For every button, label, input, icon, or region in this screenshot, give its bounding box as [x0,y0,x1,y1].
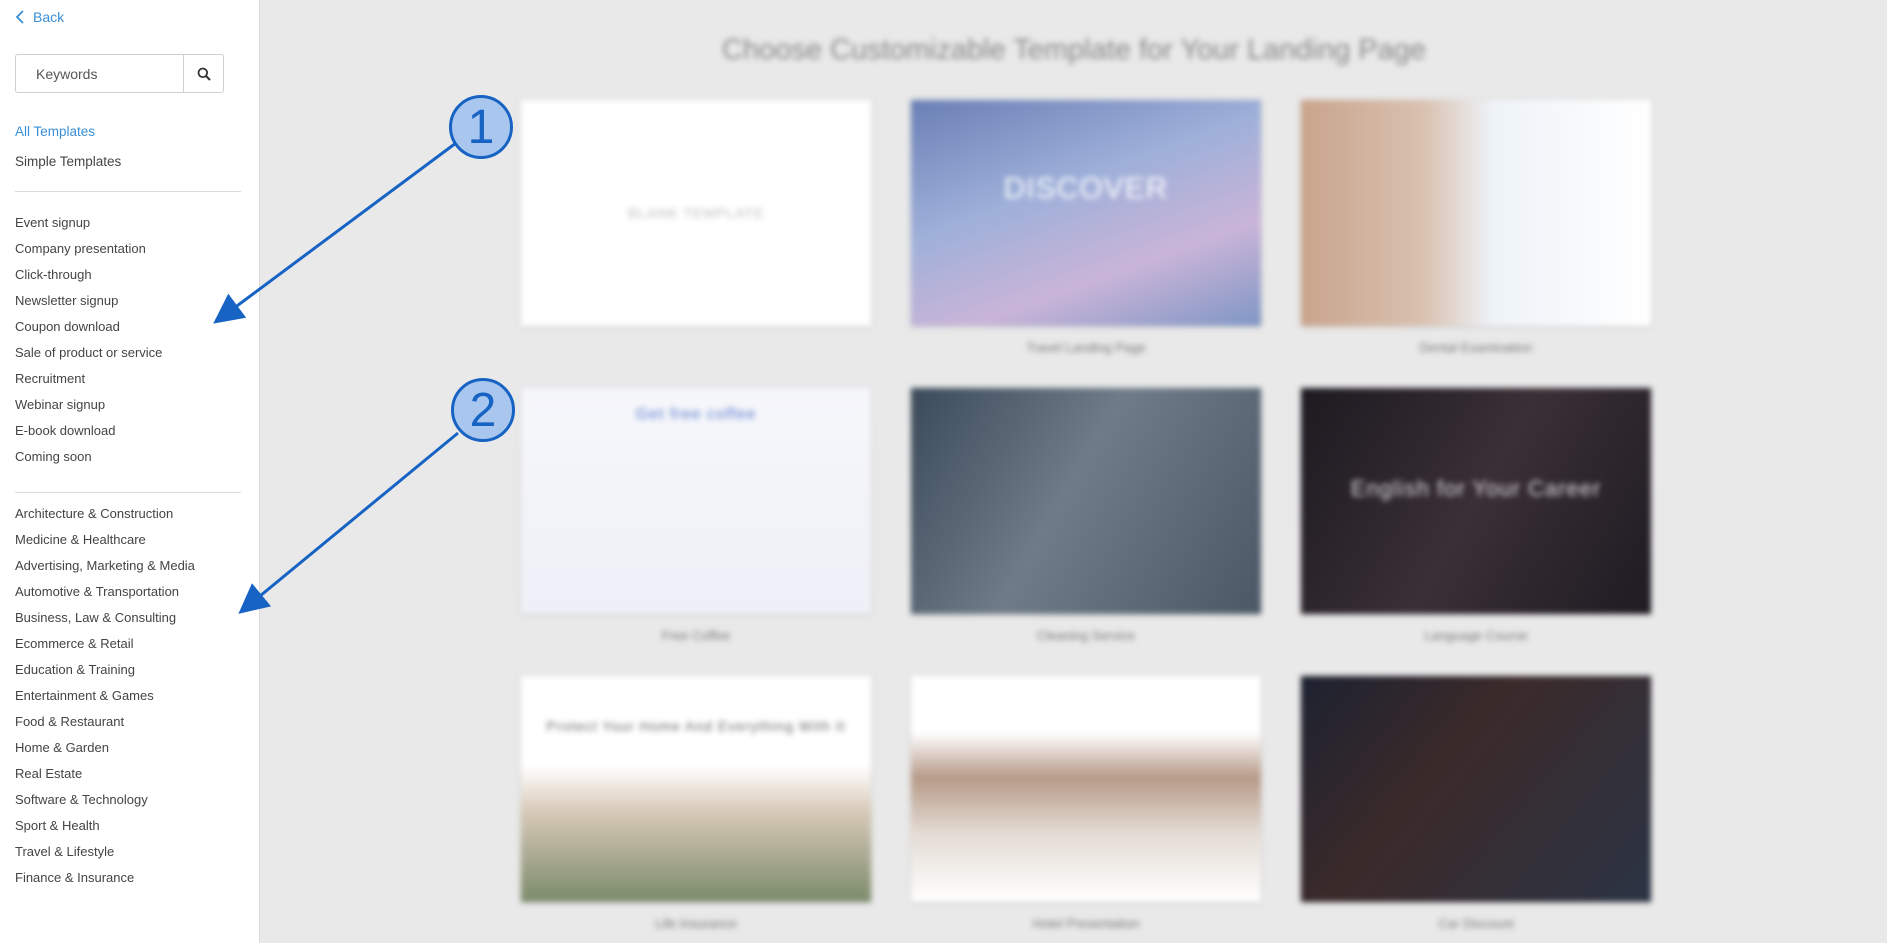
template-card[interactable] [1301,676,1651,902]
template-thumbnail-text: BLANK TEMPLATE [627,205,765,221]
template-thumbnail-text: Protect Your Home And Everything With It [546,718,846,734]
industry-category-item[interactable]: Ecommerce & Retail [15,631,241,657]
goal-category-item[interactable]: Webinar signup [15,392,241,418]
industry-category-item[interactable]: Architecture & Construction [15,501,241,527]
template-thumbnail-text: Get free coffee [635,406,757,423]
template-gallery: Choose Customizable Template for Your La… [261,0,1887,943]
goal-category-item[interactable]: Newsletter signup [15,288,241,314]
industry-category-item[interactable]: Automotive & Transportation [15,579,241,605]
template-card-label: Free Coffee [661,628,731,643]
template-card[interactable] [911,676,1261,902]
template-card[interactable]: Protect Your Home And Everything With It [521,676,871,902]
template-card-label: Dental Examination [1419,340,1533,355]
industry-category-list: Architecture & Construction Medicine & He… [15,501,241,891]
goal-category-item[interactable]: Company presentation [15,236,241,262]
template-card-label: Travel Landing Page [1026,340,1146,355]
search-button[interactable] [183,55,223,92]
industry-category-item[interactable]: Food & Restaurant [15,709,241,735]
back-label: Back [33,9,65,25]
goal-category-item[interactable]: Coupon download [15,314,241,340]
goal-category-item[interactable]: Recruitment [15,366,241,392]
search-box [15,54,224,93]
industry-category-item[interactable]: Software & Technology [15,787,241,813]
back-link[interactable]: Back [15,9,64,25]
simple-templates-link[interactable]: Simple Templates [15,150,241,180]
template-card[interactable]: BLANK TEMPLATE [521,100,871,326]
keywords-input[interactable] [16,55,183,92]
industry-category-item[interactable]: Home & Garden [15,735,241,761]
template-filter-list: All Templates Simple Templates [15,120,241,180]
industry-category-item[interactable]: Business, Law & Consulting [15,605,241,631]
template-card[interactable]: DISCOVER [911,100,1261,326]
goal-category-item[interactable]: Event signup [15,210,241,236]
template-card-label: Car Discount [1438,916,1514,931]
divider [15,191,241,192]
search-icon [197,67,211,81]
template-thumbnail-text: DISCOVER [1003,172,1169,205]
chevron-left-icon [15,10,24,24]
goal-category-item[interactable]: Sale of product or service [15,340,241,366]
industry-category-item[interactable]: Sport & Health [15,813,241,839]
all-templates-link[interactable]: All Templates [15,120,241,150]
template-card-label: Life Insurance [655,916,737,931]
industry-category-item[interactable]: Advertising, Marketing & Media [15,553,241,579]
template-card-label: Cleaning Service [1036,628,1136,643]
template-card[interactable]: English for Your Career [1301,388,1651,614]
goal-category-item[interactable]: Coming soon [15,444,241,470]
industry-category-item[interactable]: Entertainment & Games [15,683,241,709]
goal-category-list: Event signup Company presentation Click-th… [15,210,241,470]
industry-category-item[interactable]: Real Estate [15,761,241,787]
goal-category-item[interactable]: E-book download [15,418,241,444]
page-title: Choose Customizable Template for Your La… [722,34,1426,66]
divider [15,492,241,493]
industry-category-item[interactable]: Education & Training [15,657,241,683]
template-card-label: Hotel Presentation [1032,916,1140,931]
industry-category-item[interactable]: Finance & Insurance [15,865,241,891]
template-thumbnail-text: English for Your Career [1350,476,1602,501]
industry-category-item[interactable]: Travel & Lifestyle [15,839,241,865]
template-card-label: Language Course [1424,628,1528,643]
industry-category-item[interactable]: Medicine & Healthcare [15,527,241,553]
goal-category-item[interactable]: Click-through [15,262,241,288]
template-card[interactable] [1301,100,1651,326]
template-card[interactable]: Get free coffee [521,388,871,614]
template-card[interactable] [911,388,1261,614]
